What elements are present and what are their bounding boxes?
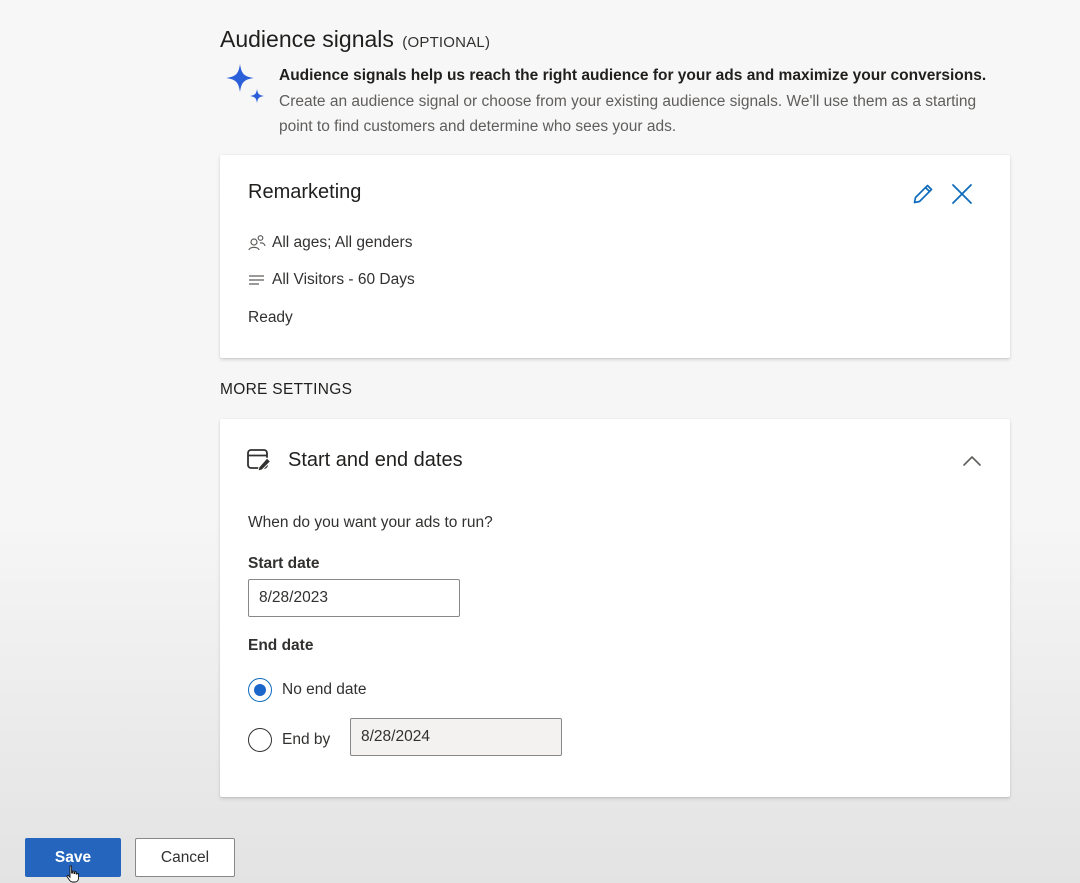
dates-section-title: Start and end dates bbox=[288, 448, 463, 471]
demographics-text: All ages; All genders bbox=[272, 234, 413, 251]
close-icon bbox=[952, 184, 972, 204]
start-date-label: Start date bbox=[248, 555, 320, 572]
end-by-date-input[interactable] bbox=[350, 718, 562, 756]
people-icon bbox=[248, 235, 266, 251]
intro-lead: Audience signals help us reach the right… bbox=[279, 67, 987, 84]
no-end-date-label: No end date bbox=[282, 681, 367, 698]
audience-list-text: All Visitors - 60 Days bbox=[272, 271, 415, 288]
audience-list-row: All Visitors - 60 Days bbox=[248, 271, 415, 289]
run-question: When do you want your ads to run? bbox=[248, 514, 493, 531]
hand-cursor-icon bbox=[66, 865, 79, 883]
edit-signal-button[interactable] bbox=[910, 181, 936, 207]
end-by-radio-circle[interactable] bbox=[248, 728, 272, 752]
dates-section-header[interactable]: Start and end dates bbox=[246, 447, 463, 473]
audience-intro: Audience signals help us reach the right… bbox=[279, 63, 1009, 140]
chevron-up-icon bbox=[963, 456, 981, 466]
no-end-date-radio[interactable]: No end date bbox=[248, 678, 366, 702]
sparkle-icon bbox=[226, 64, 264, 103]
start-end-dates-card: Start and end dates When do you want you… bbox=[220, 419, 1010, 797]
optional-label: (OPTIONAL) bbox=[402, 34, 491, 51]
list-icon bbox=[249, 275, 264, 285]
signal-name: Remarketing bbox=[248, 181, 362, 203]
audience-signals-heading: Audience signals (OPTIONAL) bbox=[220, 26, 490, 53]
intro-description: Create an audience signal or choose from… bbox=[279, 92, 977, 136]
calendar-edit-icon bbox=[247, 449, 272, 472]
no-end-date-radio-circle[interactable] bbox=[248, 678, 272, 702]
footer-bar: Save Cancel bbox=[0, 818, 1080, 883]
audience-signals-title: Audience signals bbox=[220, 26, 394, 52]
remove-signal-button[interactable] bbox=[949, 181, 975, 207]
end-date-label: End date bbox=[248, 637, 314, 654]
audience-signal-card: Remarketing All ages; All genders All Vi… bbox=[220, 155, 1010, 358]
collapse-dates-button[interactable] bbox=[960, 449, 984, 473]
end-by-radio[interactable]: End by bbox=[248, 728, 330, 752]
edit-icon bbox=[913, 184, 933, 204]
end-by-label: End by bbox=[282, 731, 331, 748]
demographics-row: All ages; All genders bbox=[248, 234, 412, 252]
cancel-button[interactable]: Cancel bbox=[135, 838, 235, 877]
status-text: Ready bbox=[248, 309, 293, 326]
more-settings-label: MORE SETTINGS bbox=[220, 381, 353, 398]
start-date-input[interactable] bbox=[248, 579, 460, 617]
